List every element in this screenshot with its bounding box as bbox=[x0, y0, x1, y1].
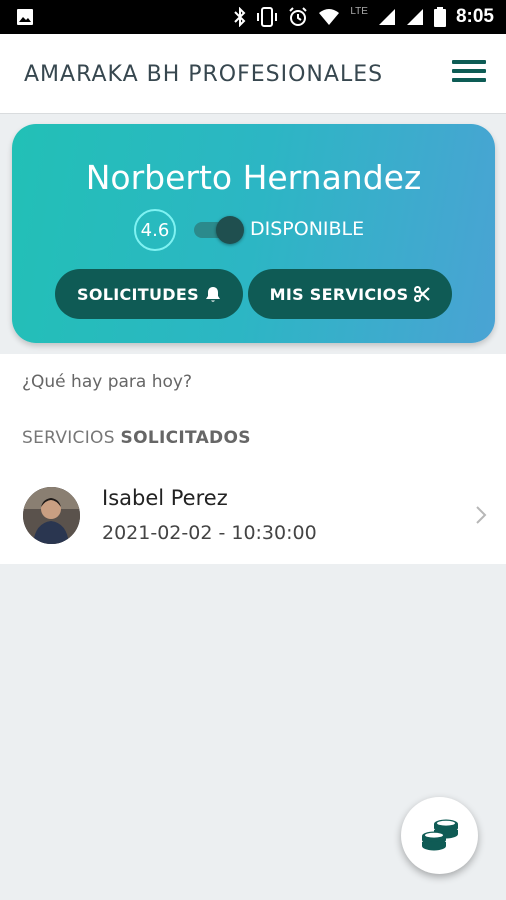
image-notification-icon bbox=[17, 9, 33, 25]
hamburger-menu-icon[interactable] bbox=[452, 60, 486, 88]
availability-toggle[interactable] bbox=[192, 216, 244, 244]
app-title: AMARAKA BH PROFESIONALES bbox=[24, 62, 384, 87]
profile-card: Norberto Hernandez 4.6 DISPONIBLE SOLICI… bbox=[12, 124, 495, 343]
service-datetime: 2021-02-02 - 10:30:00 bbox=[102, 522, 317, 544]
mis-servicios-label: MIS SERVICIOS bbox=[269, 284, 409, 304]
coins-fab-button[interactable] bbox=[401, 797, 478, 874]
service-list-item[interactable]: Isabel Perez 2021-02-02 - 10:30:00 bbox=[0, 470, 506, 562]
app-bar: AMARAKA BH PROFESIONALES bbox=[0, 34, 506, 114]
section-title-bold: SOLICITADOS bbox=[120, 428, 251, 448]
main-content: ¿Qué hay para hoy? SERVICIOS SOLICITADOS… bbox=[0, 354, 506, 564]
toggle-thumb bbox=[216, 216, 244, 244]
wifi-icon bbox=[319, 9, 340, 25]
clock: 8:05 bbox=[455, 6, 494, 27]
scissors-icon bbox=[414, 286, 431, 302]
avatar bbox=[23, 487, 80, 544]
chevron-right-icon bbox=[476, 506, 487, 524]
greeting-subtitle: ¿Qué hay para hoy? bbox=[22, 372, 192, 392]
section-title-prefix: SERVICIOS bbox=[22, 428, 115, 448]
rating-badge: 4.6 bbox=[134, 209, 176, 251]
bell-icon bbox=[205, 286, 220, 302]
status-bar: LTE 8:05 bbox=[0, 0, 506, 34]
section-title: SERVICIOS SOLICITADOS bbox=[22, 428, 251, 448]
client-name: Isabel Perez bbox=[102, 486, 228, 510]
cell-signal-2-icon bbox=[406, 9, 423, 25]
vibrate-icon bbox=[257, 7, 278, 27]
network-type-label: LTE bbox=[350, 5, 368, 17]
solicitudes-button[interactable]: SOLICITUDES bbox=[55, 269, 243, 319]
coins-icon bbox=[421, 819, 458, 850]
profile-name: Norberto Hernandez bbox=[85, 158, 422, 197]
battery-icon bbox=[433, 7, 446, 27]
cell-signal-icon bbox=[378, 9, 395, 25]
availability-label: DISPONIBLE bbox=[250, 218, 365, 240]
bluetooth-icon bbox=[234, 7, 246, 27]
mis-servicios-button[interactable]: MIS SERVICIOS bbox=[248, 269, 452, 319]
alarm-icon bbox=[289, 7, 308, 26]
solicitudes-label: SOLICITUDES bbox=[77, 284, 199, 304]
